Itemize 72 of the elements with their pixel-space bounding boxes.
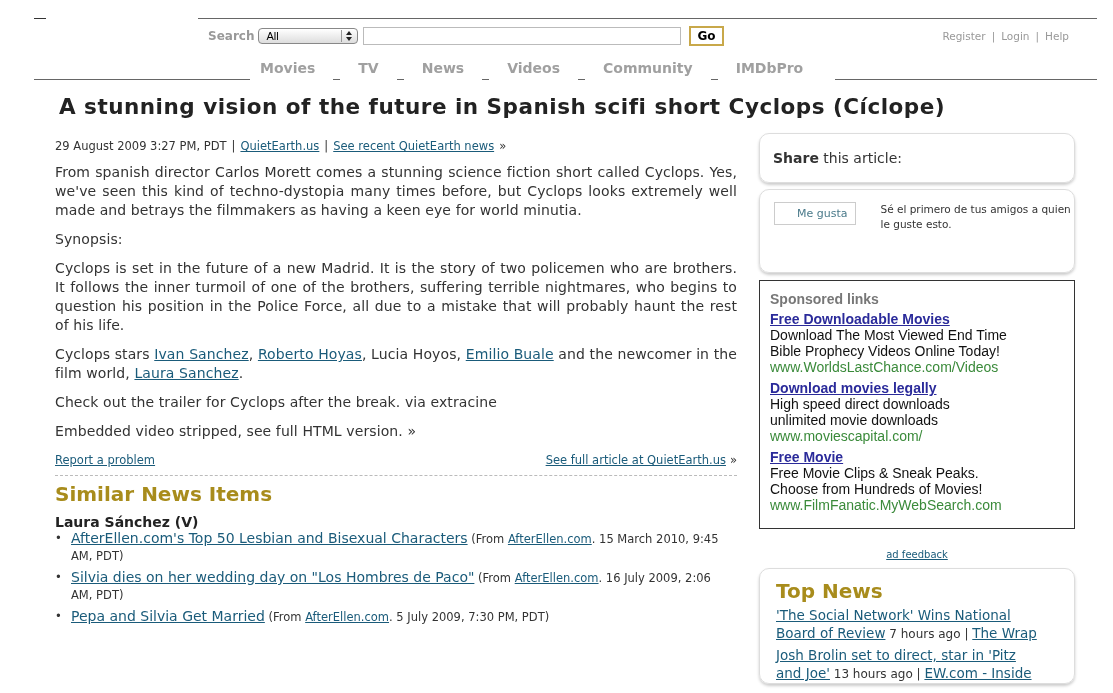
source-link[interactable]: EW.com - Inside	[924, 665, 1032, 681]
article-paragraph: Cyclops is set in the future of a new Madrid. It is the story of two policemen who are brothers. It follows the inner turmoil of one of the brothers, suffering terrible nightmares, who begins to question his position in the Police Force, all due to a mistake that will probably haunt the rest of his life.	[55, 259, 737, 335]
source-prefix: (From	[478, 571, 512, 585]
like-text: Sé el primero de tus amigos a quien le guste esto.	[880, 202, 1072, 232]
person-link[interactable]: Laura Sanchez	[134, 365, 239, 381]
full-article-link[interactable]: See full article at QuietEarth.us	[545, 453, 726, 467]
separator: |	[991, 30, 996, 42]
source-link[interactable]: AfterEllen.com	[507, 532, 592, 546]
news-date: . 15 March 2010, 9:45	[591, 532, 719, 546]
news-link[interactable]: and Joe'	[776, 665, 830, 681]
news-link[interactable]: 'The Social Network' Wins National	[776, 607, 1011, 623]
article-paragraph: Embedded video stripped, see full HTML version. »	[55, 422, 418, 441]
ad-title-link[interactable]: Free Downloadable Movies	[770, 311, 950, 327]
ad-url: www.WorldsLastChance.com/Videos	[770, 359, 1000, 375]
ad-text: Choose from Hundreds of Movies!	[770, 481, 984, 497]
source-link[interactable]: QuietEarth.us	[240, 139, 320, 153]
ad-text: Download The Most Viewed End Time	[770, 327, 1008, 343]
ad-title-link[interactable]: Download movies legally	[770, 380, 937, 396]
ad-text: Free Movie Clips & Sneak Peaks.	[770, 465, 980, 481]
source-link[interactable]: The Wrap	[972, 625, 1037, 641]
share-label: Share this article:	[773, 150, 902, 166]
bullet: •	[55, 569, 63, 586]
subject-heading: Laura Sánchez (V)	[55, 514, 200, 530]
person-link[interactable]: Ivan Sanchez	[154, 346, 249, 362]
news-date: AM, PDT)	[71, 549, 124, 563]
article-paragraph: From spanish director Carlos Morett comes a stunning science fiction short called Cyclops. Yes, we've seen this kind of techno-dystopia many times before, but Cyclops looks extremely well made and betrays the filmmakers as having a keen eye for world minutia.	[55, 163, 737, 220]
article-paragraph: Check out the trailer for Cyclops after the break. via extracine	[55, 393, 498, 412]
news-link[interactable]: Josh Brolin set to direct, star in 'Pitz	[776, 647, 1016, 663]
source-link[interactable]: AfterEllen.com	[514, 571, 599, 585]
article-paragraph: Cyclops stars Ivan Sanchez, Roberto Hoyas, Lucia Hoyos, Emilio Buale and the newcomer in the film world, Laura Sanchez.	[55, 345, 737, 383]
scope-dropdown[interactable]: All	[258, 28, 359, 44]
separator: |	[324, 139, 329, 153]
news-link[interactable]: Pepa and Silvia Get Married	[71, 608, 265, 624]
go-button[interactable]: Go	[689, 26, 724, 46]
bullet: •	[55, 608, 63, 625]
news-link[interactable]: Silvia dies on her wedding day on "Los Hombres de Paco"	[71, 569, 475, 585]
recent-news-link[interactable]: See recent QuietEarth news	[333, 139, 495, 153]
separator: |	[231, 139, 236, 153]
source-prefix: (From	[471, 532, 505, 546]
news-age: 13 hours ago |	[833, 667, 921, 681]
person-link[interactable]: Emilio Buale	[465, 346, 554, 362]
stepper-icon	[341, 30, 354, 42]
ad-feedback-link[interactable]: ad feedback	[886, 549, 948, 560]
ad-url: www.moviescapital.com/	[770, 428, 924, 444]
arrow-mark: »	[729, 453, 737, 467]
news-link[interactable]: Board of Review	[776, 625, 886, 641]
ad-url: www.FilmFanatic.MyWebSearch.com	[770, 497, 1003, 513]
ad-heading: Sponsored links	[770, 291, 880, 307]
article-title: A stunning vision of the future in Spanish scifi short Cyclops (Cíclope)	[59, 94, 947, 119]
bullet: •	[55, 530, 63, 547]
source-link[interactable]: AfterEllen.com	[305, 610, 389, 624]
news-link[interactable]: AfterEllen.com's Top 50 Lesbian and Bisexual Characters	[71, 530, 468, 546]
ad-text: Bible Prophecy Videos Online Today!	[770, 343, 1001, 359]
like-button[interactable]: Me gusta	[774, 202, 856, 225]
ad-title-link[interactable]: Free Movie	[770, 449, 844, 465]
article-paragraph: Synopsis:	[55, 230, 124, 249]
news-date: . 5 July 2009, 7:30 PM, PDT)	[389, 610, 550, 624]
report-link[interactable]: Report a problem	[55, 453, 156, 467]
search-field[interactable]	[363, 27, 682, 45]
person-link[interactable]: Roberto Hoyas	[257, 346, 362, 362]
news-date: AM, PDT)	[71, 588, 124, 602]
ad-text: High speed direct downloads	[770, 396, 951, 412]
separator: |	[1035, 30, 1040, 42]
source-prefix: (From	[268, 610, 302, 624]
search-label: Search	[208, 29, 255, 43]
article-date: 29 August 2009 3:27 PM, PDT	[55, 139, 227, 153]
arrow-mark: »	[499, 139, 507, 153]
section-heading: Similar News Items	[55, 482, 274, 506]
news-age: 7 hours ago |	[889, 627, 969, 641]
news-date: . 16 July 2009, 2:06	[598, 571, 711, 585]
ad-text: unlimited movie downloads	[770, 412, 940, 428]
section-heading: Top News	[776, 579, 884, 603]
